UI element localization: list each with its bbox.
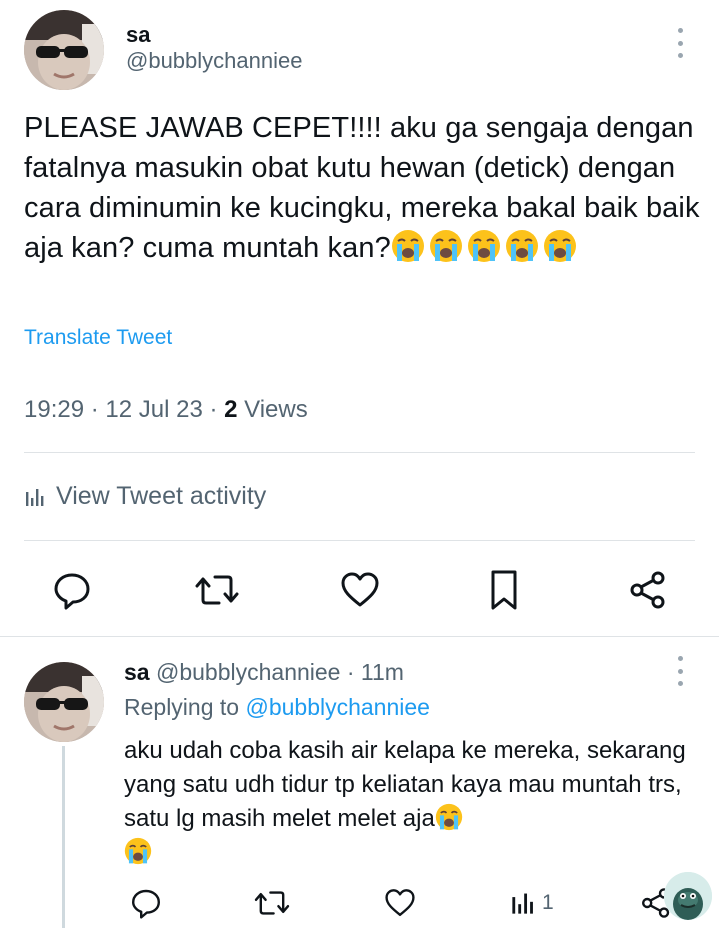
retweet-icon	[254, 891, 290, 915]
reply-views-count: 1	[542, 891, 554, 914]
divider	[24, 540, 695, 541]
heart-icon	[341, 572, 379, 607]
analytics-icon	[512, 893, 533, 914]
monster-avatar-icon	[664, 872, 712, 920]
share-icon	[630, 571, 665, 609]
tweet-body: PLEASE JAWAB CEPET!!!! aku ga sengaja de…	[24, 112, 700, 264]
replying-mention-link[interactable]: @bubblychanniee	[245, 694, 429, 720]
replying-to: Replying to @bubblychanniee	[124, 694, 430, 721]
avatar[interactable]	[24, 662, 104, 742]
analytics-icon	[26, 488, 44, 506]
tweet-meta: 19:29 · 12 Jul 23 · 2 Views	[24, 396, 308, 424]
tweet-time[interactable]: 19:29 · 12 Jul 23 ·	[24, 396, 224, 423]
comment-icon	[54, 573, 90, 610]
reply-retweet-button[interactable]	[252, 884, 292, 922]
reply-header: sa @bubblychanniee · 11m	[124, 659, 404, 686]
heart-icon	[385, 889, 415, 917]
reply-views-button[interactable]: 1	[510, 884, 554, 922]
avatar[interactable]	[24, 10, 104, 90]
reply-handle[interactable]: @bubblychanniee	[156, 659, 340, 685]
crying-emoji	[124, 837, 152, 865]
crying-emoji-row	[391, 229, 579, 263]
bookmark-button[interactable]	[484, 566, 524, 614]
reply-display-name[interactable]: sa	[124, 659, 150, 685]
thread-line	[62, 746, 65, 928]
divider	[24, 452, 695, 453]
reply-text: aku udah coba kasih air kelapa ke mereka…	[124, 734, 714, 870]
tweet-text: PLEASE JAWAB CEPET!!!! aku ga sengaja de…	[24, 108, 704, 268]
share-button[interactable]	[626, 568, 670, 612]
view-activity-label: View Tweet activity	[56, 482, 267, 510]
retweet-button[interactable]	[192, 568, 242, 612]
user-handle[interactable]: @bubblychanniee	[126, 48, 302, 74]
more-icon[interactable]	[670, 656, 690, 686]
more-icon[interactable]	[670, 28, 690, 58]
views-count[interactable]: 2	[224, 396, 237, 423]
reply-like-button[interactable]	[380, 884, 420, 922]
views-label[interactable]: Views	[237, 396, 308, 423]
reply-comment-button[interactable]	[126, 884, 166, 922]
crying-emoji	[435, 803, 462, 831]
view-activity-button[interactable]: View Tweet activity	[24, 482, 266, 511]
display-name[interactable]: sa	[126, 22, 150, 48]
comment-icon	[132, 889, 160, 919]
floating-avatar-button[interactable]	[664, 872, 712, 920]
reply-time[interactable]: · 11m	[340, 659, 404, 685]
like-button[interactable]	[337, 568, 383, 612]
reply-body: aku udah coba kasih air kelapa ke mereka…	[124, 737, 686, 832]
retweet-icon	[195, 575, 239, 605]
translate-link[interactable]: Translate Tweet	[24, 326, 172, 350]
divider	[0, 636, 719, 637]
bookmark-icon	[491, 570, 517, 610]
reply-button[interactable]	[48, 568, 96, 612]
replying-prefix: Replying to	[124, 694, 246, 720]
